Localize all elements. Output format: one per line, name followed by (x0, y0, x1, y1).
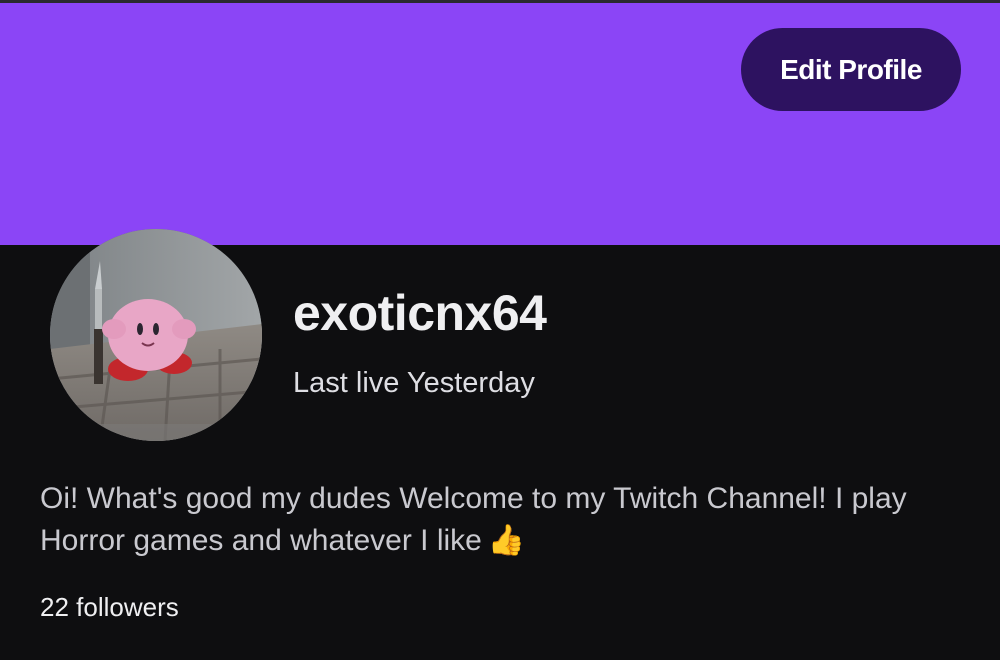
edit-profile-button[interactable]: Edit Profile (741, 28, 961, 111)
kirby-with-knife-avatar-icon (50, 229, 262, 441)
last-live-status: Last live Yesterday (293, 367, 535, 399)
bio: Oi! What's good my dudes Welcome to my T… (40, 478, 940, 562)
thumbs-up-icon: 👍 (487, 524, 526, 557)
bio-text: Oi! What's good my dudes Welcome to my T… (40, 482, 907, 557)
username: exoticnx64 (293, 285, 547, 341)
followers-count[interactable]: 22 followers (40, 589, 179, 625)
avatar[interactable] (50, 229, 262, 441)
